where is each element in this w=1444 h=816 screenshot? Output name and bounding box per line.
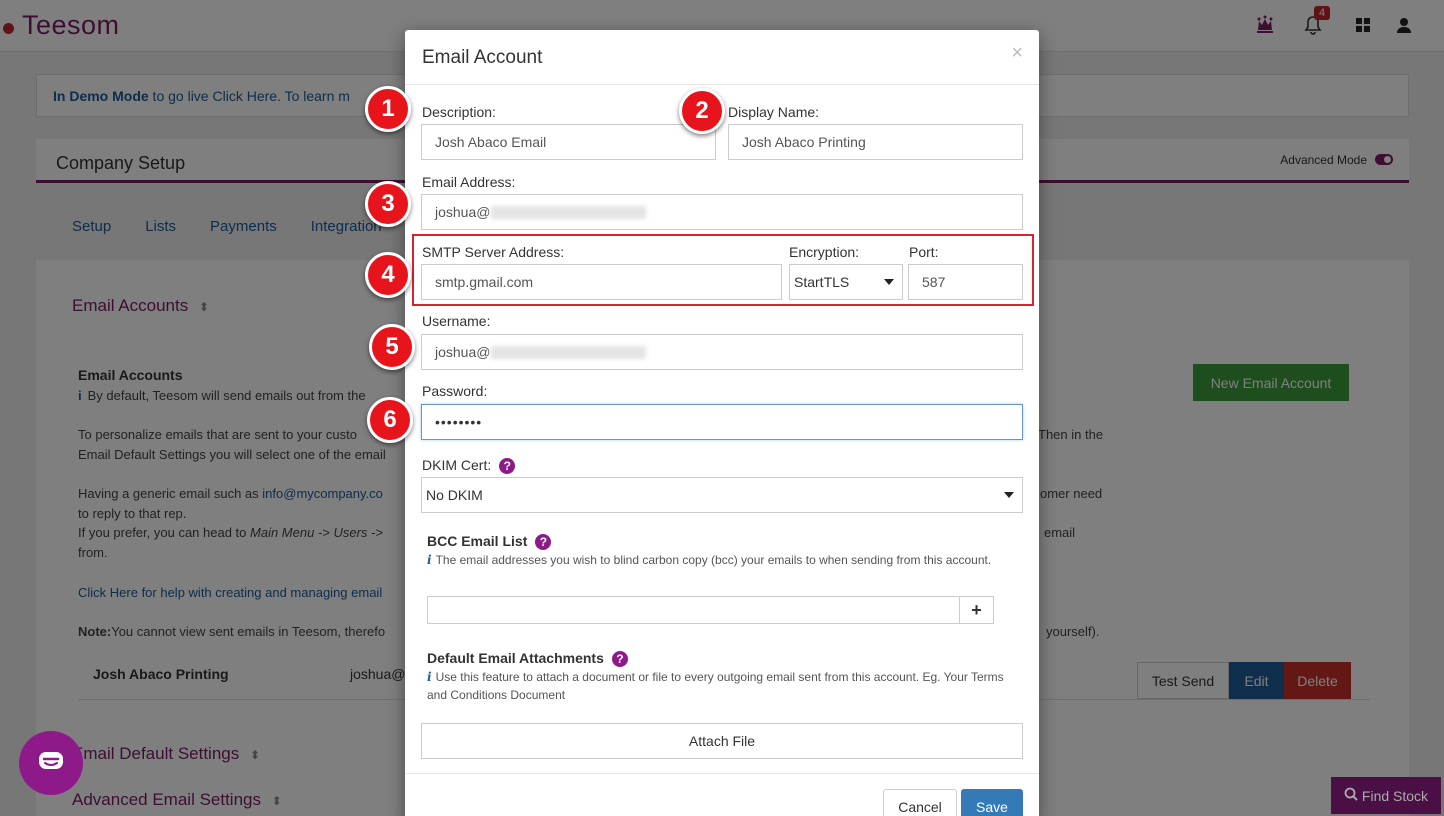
bcc-info: i The email addresses you wish to blind c… [427, 551, 1007, 569]
email-address-value: joshua@ [435, 204, 491, 220]
port-label: Port: [909, 244, 939, 260]
callout-marker-5: 5 [369, 324, 415, 370]
attachments-info-text: Use this feature to attach a document or… [427, 670, 1004, 702]
callout-marker-6: 6 [367, 397, 413, 443]
redacted-text [491, 345, 647, 359]
bcc-title-row: BCC Email List? [427, 533, 552, 551]
search-icon [1344, 787, 1358, 804]
port-input[interactable]: 587 [908, 264, 1023, 300]
encryption-label: Encryption: [789, 244, 860, 260]
callout-marker-1: 1 [365, 86, 411, 132]
attachments-info: i Use this feature to attach a document o… [427, 668, 1017, 704]
attach-file-button[interactable]: Attach File [421, 723, 1023, 759]
info-icon: i [427, 670, 432, 684]
bcc-info-text: The email addresses you wish to blind ca… [435, 553, 992, 567]
cancel-button[interactable]: Cancel [883, 789, 957, 816]
modal-header: Email Account × [405, 30, 1039, 85]
display-name-label: Display Name: [728, 104, 820, 120]
modal-footer-divider [405, 773, 1039, 774]
bcc-email-input[interactable] [427, 596, 960, 624]
close-icon[interactable]: × [1011, 42, 1023, 65]
caret-down-icon [1004, 492, 1014, 498]
callout-marker-2: 2 [679, 88, 725, 134]
save-button[interactable]: Save [961, 789, 1023, 816]
username-value: joshua@ [435, 344, 491, 360]
password-input[interactable]: •••••••• [421, 404, 1023, 440]
email-account-modal: Email Account × Description: Josh Abaco … [405, 30, 1039, 816]
help-icon[interactable]: ? [535, 534, 552, 551]
display-name-input[interactable]: Josh Abaco Printing [728, 124, 1023, 160]
help-icon[interactable]: ? [611, 651, 628, 668]
caret-down-icon [884, 279, 894, 285]
password-label: Password: [422, 383, 488, 399]
chat-icon [37, 750, 65, 777]
dkim-label-row: DKIM Cert:? [422, 457, 516, 475]
modal-title: Email Account [422, 47, 543, 68]
chat-widget-button[interactable] [19, 731, 83, 795]
callout-marker-4: 4 [365, 252, 411, 298]
smtp-server-label: SMTP Server Address: [422, 244, 565, 260]
description-label: Description: [422, 104, 496, 120]
dkim-value: No DKIM [426, 487, 483, 503]
smtp-server-input[interactable]: smtp.gmail.com [421, 264, 782, 300]
description-input[interactable]: Josh Abaco Email [421, 124, 716, 160]
username-input[interactable]: joshua@ [421, 334, 1023, 370]
info-icon: i [427, 553, 432, 567]
attachments-title-row: Default Email Attachments? [427, 650, 628, 668]
encryption-value: StartTLS [794, 274, 850, 290]
email-address-label: Email Address: [422, 174, 516, 190]
username-label: Username: [422, 313, 491, 329]
callout-marker-3: 3 [365, 181, 411, 227]
attachments-title: Default Email Attachments [427, 650, 604, 666]
email-address-input[interactable]: joshua@ [421, 194, 1023, 230]
find-stock-button[interactable]: Find Stock [1331, 777, 1441, 814]
redacted-text [491, 205, 647, 219]
plus-icon[interactable]: + [959, 596, 994, 624]
help-icon[interactable]: ? [499, 458, 516, 475]
bcc-title: BCC Email List [427, 533, 528, 549]
dkim-select[interactable]: No DKIM [421, 477, 1023, 513]
dkim-label: DKIM Cert: [422, 457, 492, 473]
encryption-select[interactable]: StartTLS [789, 264, 903, 300]
find-stock-label: Find Stock [1361, 787, 1429, 804]
